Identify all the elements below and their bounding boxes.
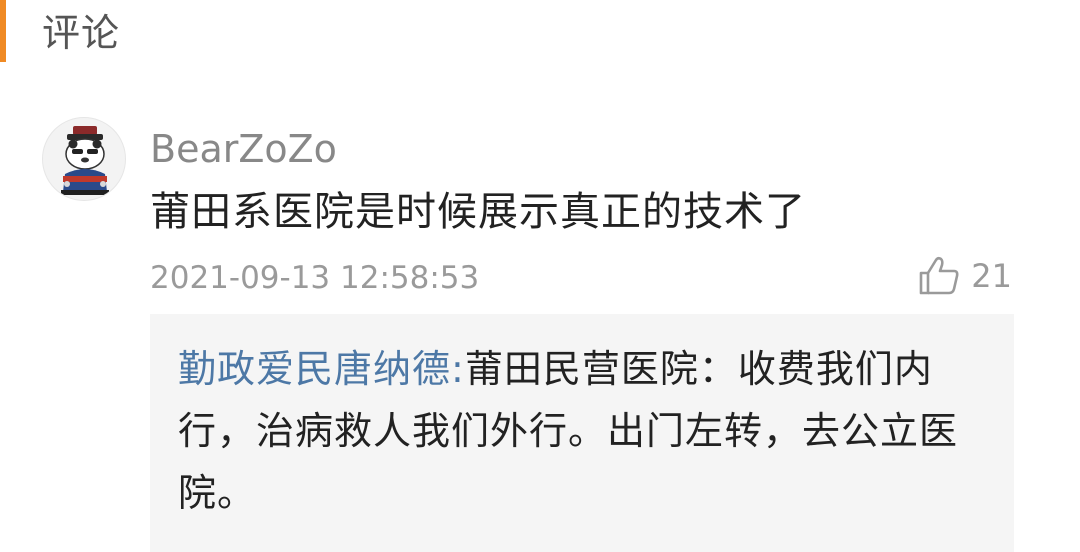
section-accent-bar xyxy=(0,0,6,62)
section-title: 评论 xyxy=(42,11,121,55)
comment-text: 莆田系医院是时候展示真正的技术了 xyxy=(150,189,806,235)
reply-box: 勤政爱民唐纳德:莆田民营医院：收费我们内行，治病救人我们外行。出门左转，去公立医… xyxy=(150,314,1014,552)
avatar-image xyxy=(61,126,109,195)
reply-content: 勤政爱民唐纳德:莆田民营医院：收费我们内行，治病救人我们外行。出门左转，去公立医… xyxy=(178,338,978,524)
reply-author[interactable]: 勤政爱民唐纳德: xyxy=(178,347,465,391)
comment-username[interactable]: BearZoZo xyxy=(150,124,337,174)
thumbs-up-icon[interactable] xyxy=(917,255,961,297)
like-button[interactable]: 21 xyxy=(917,252,1012,300)
comment-timestamp: 2021-09-13 12:58:53 xyxy=(150,260,480,296)
bear-avatar-icon[interactable] xyxy=(42,117,126,201)
like-count: 21 xyxy=(971,257,1012,295)
